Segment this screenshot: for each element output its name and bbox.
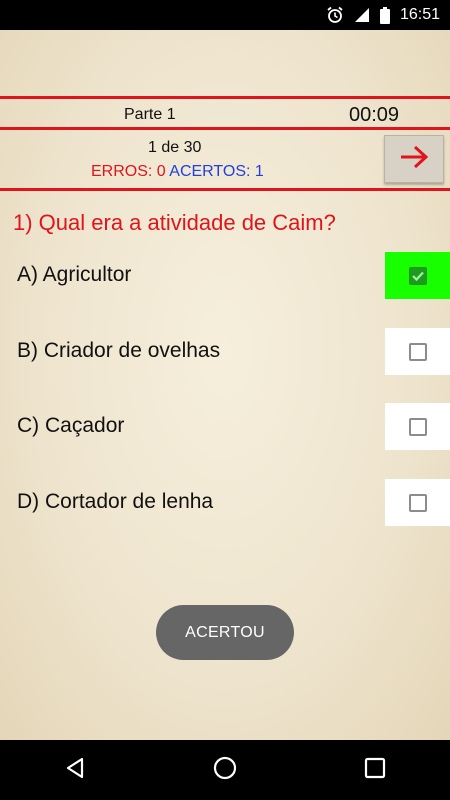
arrow-right-icon xyxy=(398,143,430,176)
option-checkbox[interactable] xyxy=(385,328,450,375)
checkbox-empty-icon xyxy=(408,493,427,512)
part-label: Parte 1 xyxy=(124,106,176,123)
home-icon xyxy=(212,755,238,786)
battery-icon xyxy=(379,6,390,24)
home-button[interactable] xyxy=(195,740,255,800)
option-text[interactable]: A) Agricultor xyxy=(17,263,131,287)
back-icon xyxy=(64,756,86,785)
checkbox-empty-icon xyxy=(408,342,427,361)
recents-icon xyxy=(364,757,386,784)
option-text[interactable]: C) Caçador xyxy=(17,414,124,438)
score-line: ERROS: 0 ACERTOS: 1 xyxy=(91,163,264,181)
errors-label: ERROS: xyxy=(91,163,157,180)
option-text[interactable]: B) Criador de ovelhas xyxy=(17,339,220,363)
toast-message: ACERTOU xyxy=(156,605,294,660)
timer: 00:09 xyxy=(349,104,400,126)
quiz-screen: Parte 1 00:09 1 de 30 ERROS: 0 ACERTOS: … xyxy=(0,30,450,740)
option-checkbox[interactable] xyxy=(385,252,450,299)
option-text[interactable]: D) Cortador de lenha xyxy=(17,490,213,514)
part-row: Parte 1 00:09 xyxy=(0,101,450,129)
navigation-bar xyxy=(0,740,450,800)
hits-label: ACERTOS: xyxy=(169,163,255,180)
option-checkbox[interactable] xyxy=(385,403,450,450)
clock-time: 16:51 xyxy=(399,6,440,23)
part-divider xyxy=(0,127,450,130)
recents-button[interactable] xyxy=(345,740,405,800)
question-text: 1) Qual era a atividade de Caim? xyxy=(13,210,336,235)
errors-value: 0 xyxy=(156,163,166,180)
checkbox-checked-icon xyxy=(408,266,427,285)
hits-value: 1 xyxy=(254,163,264,180)
question-divider xyxy=(0,188,450,191)
next-question-button[interactable] xyxy=(384,135,444,183)
signal-icon xyxy=(354,7,370,23)
question-counter: 1 de 30 xyxy=(148,139,202,156)
back-button[interactable] xyxy=(45,740,105,800)
option-checkbox[interactable] xyxy=(385,479,450,526)
top-divider xyxy=(0,96,450,99)
status-bar: 16:51 xyxy=(0,0,450,30)
alarm-icon xyxy=(326,6,344,24)
checkbox-empty-icon xyxy=(408,417,427,436)
